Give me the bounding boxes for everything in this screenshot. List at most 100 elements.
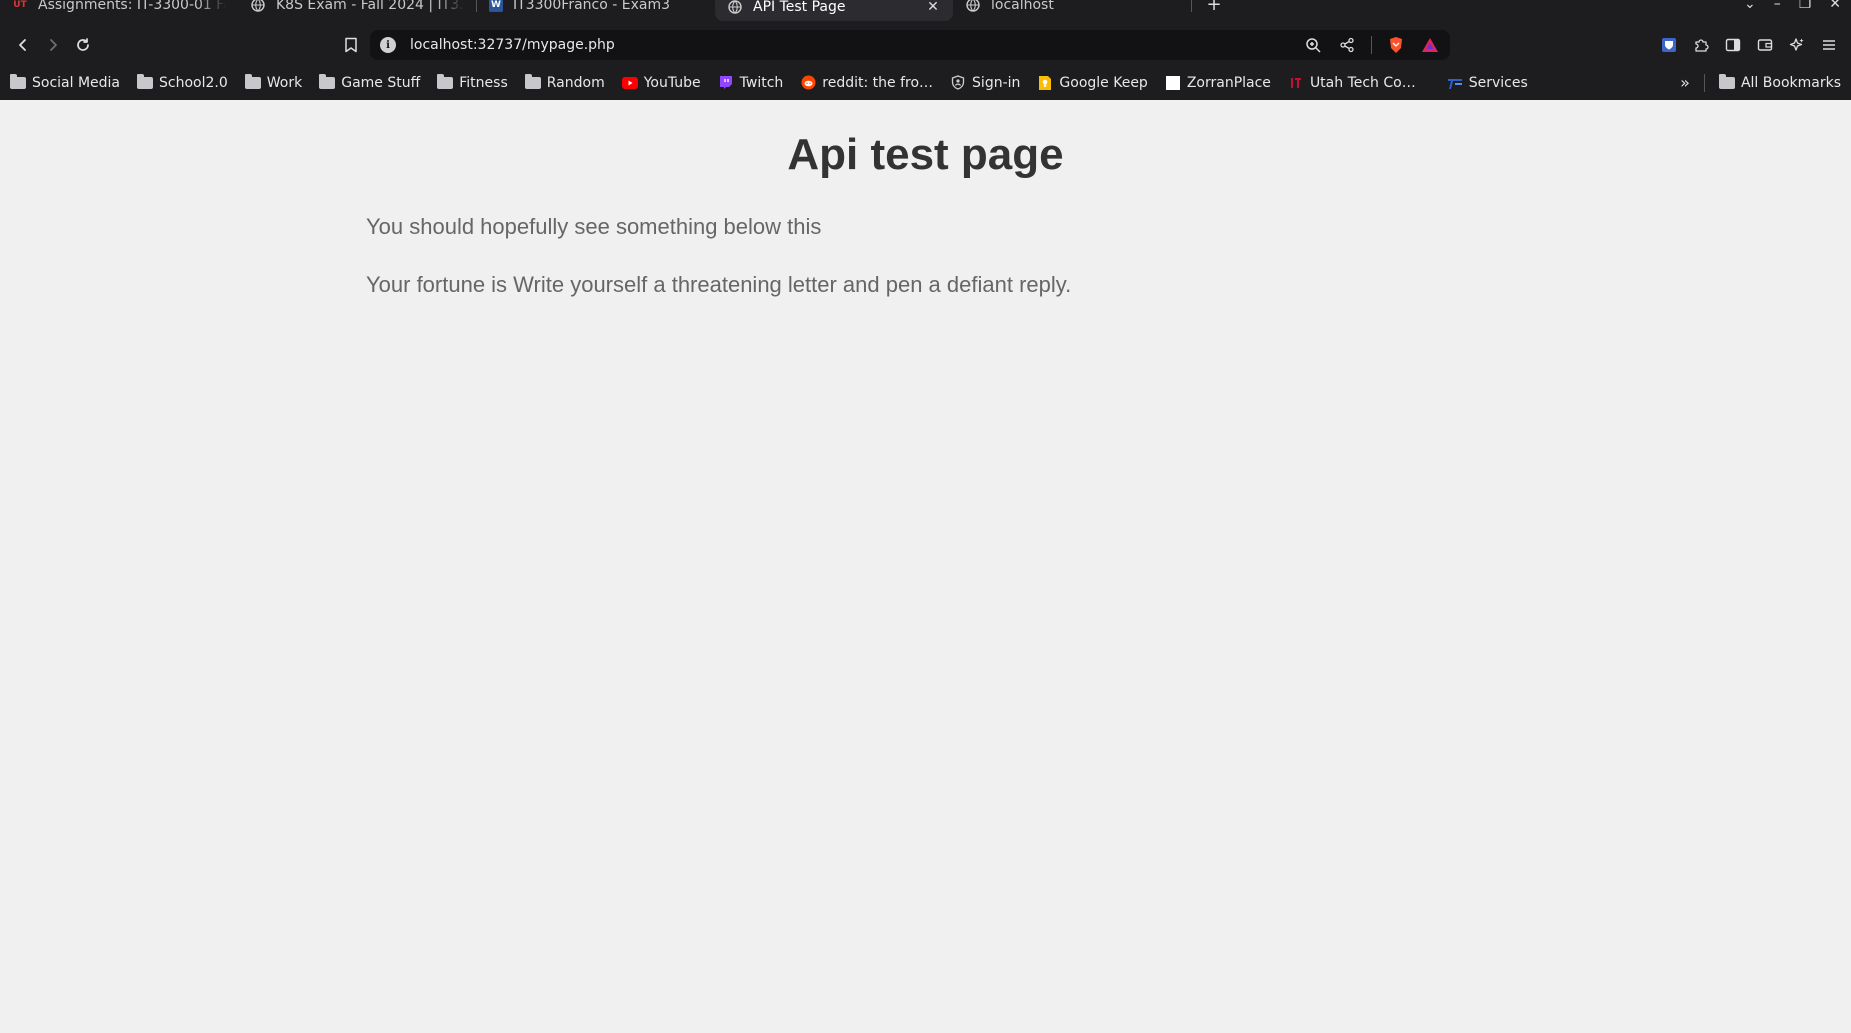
bookmark-label: Fitness: [459, 74, 508, 91]
bookmark-twitch[interactable]: Twitch: [718, 70, 791, 96]
tab-assignments[interactable]: UT Assignments: IT-3300-01 Fall: [0, 0, 238, 17]
window-controls: ⌄ – ❐ ✕: [1744, 0, 1851, 14]
page-icon: [1165, 75, 1181, 90]
services-icon: [1447, 76, 1463, 90]
globe-icon: [250, 0, 266, 13]
keep-icon: [1037, 75, 1053, 90]
reload-button[interactable]: [68, 30, 98, 60]
zoom-icon[interactable]: [1303, 35, 1323, 55]
page-title: Api test page: [787, 130, 1064, 179]
folder-icon: [319, 73, 336, 90]
close-window-icon[interactable]: ✕: [1829, 0, 1841, 12]
leo-ai-icon[interactable]: [1787, 35, 1807, 55]
reload-icon: [77, 38, 89, 51]
site-info-icon[interactable]: i: [380, 37, 396, 53]
bookmark-page-button[interactable]: [336, 30, 366, 60]
fortune-text: Your fortune is Write yourself a threate…: [366, 272, 1072, 297]
divider: [1371, 36, 1372, 54]
folder-icon: [10, 73, 26, 90]
brave-rewards-icon[interactable]: [1420, 35, 1440, 55]
bookmark-label: Twitch: [739, 74, 784, 91]
bookmark-game-stuff[interactable]: Game Stuff: [319, 70, 427, 96]
folder-icon: [437, 73, 454, 90]
bookmark-youtube[interactable]: YouTube: [621, 70, 708, 96]
bitwarden-extension-icon[interactable]: [1659, 35, 1679, 55]
bookmark-label: Sign-in: [972, 74, 1021, 91]
bookmark-zorranplace[interactable]: ZorranPlace: [1165, 70, 1278, 96]
bookmark-label: Utah Tech Co…: [1309, 74, 1416, 91]
tab-title: API Test Page: [753, 0, 846, 15]
bookmark-school2[interactable]: School2.0: [137, 70, 235, 96]
toolbar-right-icons: [1659, 35, 1843, 55]
bookmark-social-media[interactable]: Social Media: [10, 70, 127, 96]
tab-localhost[interactable]: localhost: [953, 0, 1191, 17]
close-icon[interactable]: ✕: [925, 0, 941, 15]
tab-k8s-exam[interactable]: K8S Exam - Fall 2024 | IT3300: [238, 0, 476, 17]
bookmark-services[interactable]: Services: [1447, 70, 1535, 96]
wallet-icon[interactable]: [1755, 35, 1775, 55]
tab-title: localhost: [991, 0, 1054, 13]
all-bookmarks-label: All Bookmarks: [1740, 74, 1841, 91]
bookmark-label: YouTube: [643, 74, 701, 91]
word-icon: W: [489, 0, 503, 12]
bookmark-label: ZorranPlace: [1186, 74, 1271, 91]
browser-chrome: UT Assignments: IT-3300-01 Fall K8S Exam…: [0, 0, 1851, 100]
bookmark-google-keep[interactable]: Google Keep: [1037, 70, 1154, 96]
folder-icon: [137, 73, 154, 90]
tab-strip: UT Assignments: IT-3300-01 Fall K8S Exam…: [0, 0, 1851, 25]
restore-icon[interactable]: ❐: [1799, 0, 1812, 12]
bookmark-random[interactable]: Random: [524, 70, 612, 96]
tab-search-chevron-icon[interactable]: ⌄: [1744, 0, 1756, 12]
tab-api-test-page[interactable]: API Test Page ✕: [715, 0, 953, 21]
toolbar: i localhost:32737/mypage.php: [0, 25, 1851, 65]
bookmark-fitness[interactable]: Fitness: [437, 70, 515, 96]
folder-icon: [524, 73, 541, 90]
share-icon[interactable]: [1337, 35, 1357, 55]
globe-icon: [727, 0, 743, 15]
forward-button[interactable]: [38, 30, 68, 60]
bookmark-label: Random: [546, 74, 605, 91]
menu-hamburger-icon[interactable]: [1819, 35, 1839, 55]
extensions-puzzle-icon[interactable]: [1691, 35, 1711, 55]
bookmark-label: Google Keep: [1059, 74, 1148, 91]
new-tab-button[interactable]: +: [1200, 0, 1228, 15]
bookmark-label: Work: [266, 74, 303, 91]
tab-title: Assignments: IT-3300-01 Fall: [38, 0, 226, 13]
sign-in-icon: [950, 75, 966, 90]
bookmark-label: School2.0: [159, 74, 228, 91]
tab-title: IT3300Franco - Exam3: [513, 0, 671, 13]
bookmark-label: Social Media: [32, 74, 121, 91]
folder-icon: [1718, 73, 1735, 90]
minimize-icon[interactable]: –: [1774, 0, 1781, 12]
page-viewport: Api test page You should hopefully see s…: [0, 100, 1851, 1033]
tab-separator: [1191, 0, 1192, 12]
folder-icon: [244, 73, 261, 90]
brave-shields-icon[interactable]: [1386, 35, 1406, 55]
address-bar[interactable]: i localhost:32737/mypage.php: [370, 30, 1450, 60]
bookmark-label: reddit: the fro…: [822, 74, 934, 91]
all-bookmarks-button[interactable]: All Bookmarks: [1718, 70, 1841, 96]
divider: [1703, 73, 1705, 92]
tab-title: K8S Exam - Fall 2024 | IT3300: [276, 0, 464, 13]
bookmark-icon: [345, 37, 357, 53]
reddit-icon: [800, 75, 816, 90]
bookmark-reddit[interactable]: reddit: the fro…: [800, 70, 940, 96]
intro-text: You should hopefully see something below…: [366, 214, 822, 239]
utah-tech-icon: [1288, 76, 1304, 90]
bookmark-label: Game Stuff: [341, 74, 421, 91]
ut-logo-icon: UT: [13, 0, 27, 10]
sidebar-toggle-icon[interactable]: [1723, 35, 1743, 55]
bookmark-utah-tech[interactable]: Utah Tech Co…: [1288, 70, 1423, 96]
bookmark-sign-in[interactable]: Sign-in: [950, 70, 1027, 96]
bookmarks-bar: Social Media School2.0 Work Game Stuff F…: [0, 65, 1851, 100]
youtube-icon: [621, 76, 638, 90]
back-button[interactable]: [8, 30, 38, 60]
bookmarks-bar-right: » All Bookmarks: [1680, 65, 1841, 100]
bookmark-work[interactable]: Work: [244, 70, 309, 96]
twitch-icon: [718, 76, 734, 90]
address-bar-url[interactable]: localhost:32737/mypage.php: [410, 37, 1303, 53]
bookmark-label: Services: [1468, 74, 1528, 91]
more-bookmarks-chevron-icon[interactable]: »: [1680, 73, 1690, 92]
tab-it3300franco-exam3[interactable]: W IT3300Franco - Exam3: [477, 0, 715, 17]
globe-icon: [965, 0, 981, 13]
